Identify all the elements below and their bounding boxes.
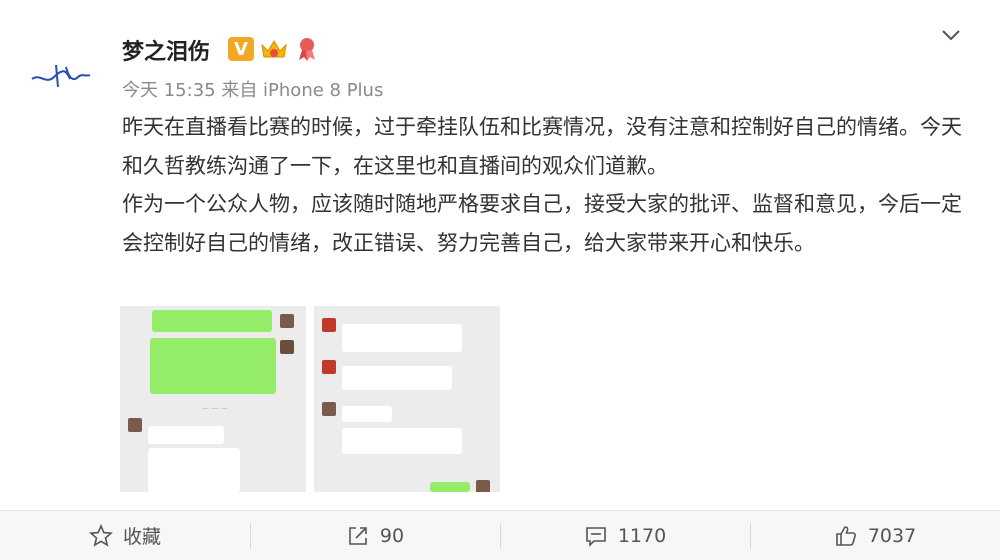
chat-screenshot-image[interactable] — [314, 306, 500, 492]
repost-button[interactable]: 90 — [250, 511, 500, 560]
crown-badge-icon[interactable] — [260, 37, 288, 61]
username[interactable]: 梦之泪伤 — [122, 34, 210, 66]
post-paragraph: 作为一个公众人物，应该随时随地严格要求自己，接受大家的批评、监督和意见，今后一定… — [122, 192, 962, 255]
user-badges: V — [228, 36, 320, 62]
post-paragraph: 昨天在直播看比赛的时候，过于牵挂队伍和比赛情况，没有注意和控制好自己的情绪。今天… — [122, 115, 962, 178]
chevron-down-icon[interactable] — [940, 24, 962, 46]
comment-icon — [586, 526, 606, 547]
post-images: — — — — [120, 306, 500, 492]
comment-count: 1170 — [617, 524, 667, 547]
action-bar: 收藏 90 1170 7037 — [0, 511, 1000, 560]
thumbs-up-icon — [836, 525, 856, 546]
post-meta: 今天 15:35 来自 iPhone 8 Plus — [122, 80, 384, 101]
like-count: 7037 — [867, 524, 917, 547]
signature-avatar-image — [31, 64, 91, 88]
chat-screenshot-image[interactable]: — — — — [120, 306, 306, 492]
repost-count: 90 — [379, 524, 405, 547]
avatar[interactable] — [18, 32, 104, 118]
like-button[interactable]: 7037 — [750, 511, 1000, 560]
verified-v-icon[interactable]: V — [228, 37, 254, 61]
share-icon — [349, 526, 367, 545]
favorite-label: 收藏 — [122, 526, 161, 548]
post-content: 昨天在直播看比赛的时候，过于牵挂队伍和比赛情况，没有注意和控制好自己的情绪。今天… — [122, 108, 962, 262]
favorite-button[interactable]: 收藏 — [0, 511, 250, 560]
star-icon — [89, 523, 113, 547]
comment-button[interactable]: 1170 — [500, 511, 750, 560]
ribbon-badge-icon[interactable] — [294, 36, 320, 62]
